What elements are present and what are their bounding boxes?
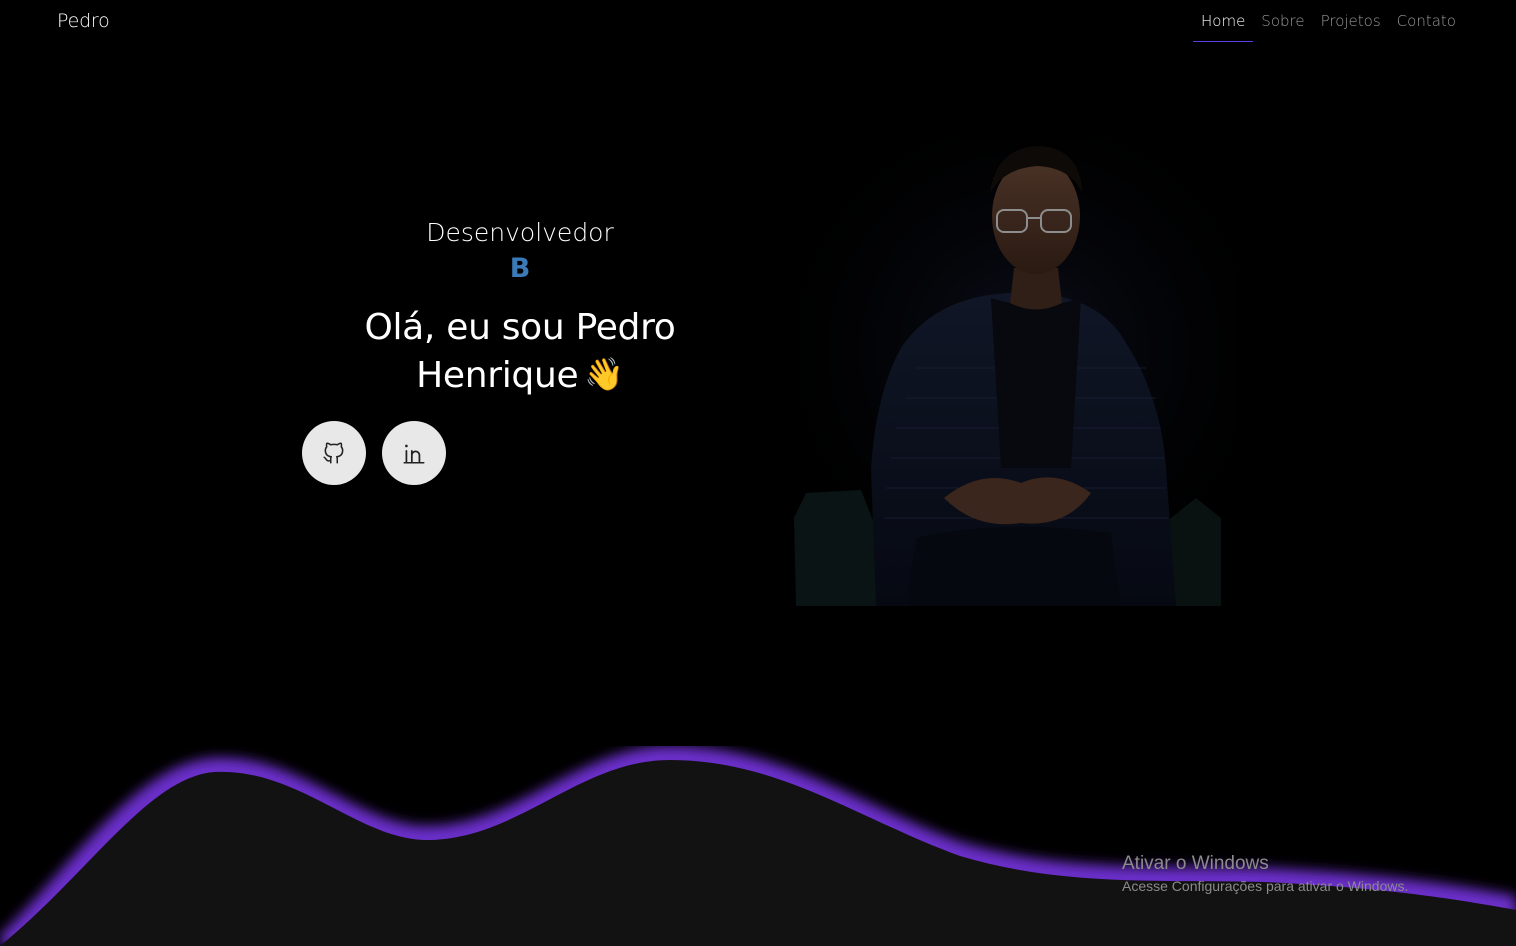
github-button[interactable] <box>302 421 366 485</box>
greeting-line-1: Olá, eu sou Pedro <box>364 307 676 348</box>
linkedin-button[interactable] <box>382 421 446 485</box>
waving-hand-icon: 👋 <box>584 355 624 393</box>
social-links <box>302 421 446 485</box>
watermark-title: Ativar o Windows <box>1122 853 1269 874</box>
nav-item-contato[interactable]: Contato <box>1389 8 1464 42</box>
greeting-line-2: Henrique 👋 <box>320 351 720 399</box>
nav-item-home[interactable]: Home <box>1193 8 1254 42</box>
page: Pedro Home Sobre Projetos Contato Desenv… <box>0 0 1516 946</box>
greeting-name: Henrique <box>416 355 579 396</box>
typing-text: B <box>509 253 531 284</box>
profile-photo <box>766 138 1236 610</box>
windows-activation-watermark: Ativar o Windows Acesse Configurações pa… <box>1122 852 1408 896</box>
brand-logo[interactable]: Pedro <box>57 10 110 32</box>
greeting-heading: Olá, eu sou Pedro Henrique 👋 <box>320 304 720 399</box>
main-nav: Home Sobre Projetos Contato <box>1193 8 1464 42</box>
nav-item-sobre[interactable]: Sobre <box>1253 8 1312 42</box>
role-title: Desenvolvedor <box>426 218 614 247</box>
github-icon <box>323 442 344 464</box>
linkedin-icon <box>403 444 425 464</box>
nav-item-projetos[interactable]: Projetos <box>1313 8 1389 42</box>
hero-text: Desenvolvedor B Olá, eu sou Pedro Henriq… <box>320 214 720 399</box>
wave-decoration <box>0 746 1516 946</box>
watermark-subtitle: Acesse Configurações para ativar o Windo… <box>1122 878 1409 894</box>
